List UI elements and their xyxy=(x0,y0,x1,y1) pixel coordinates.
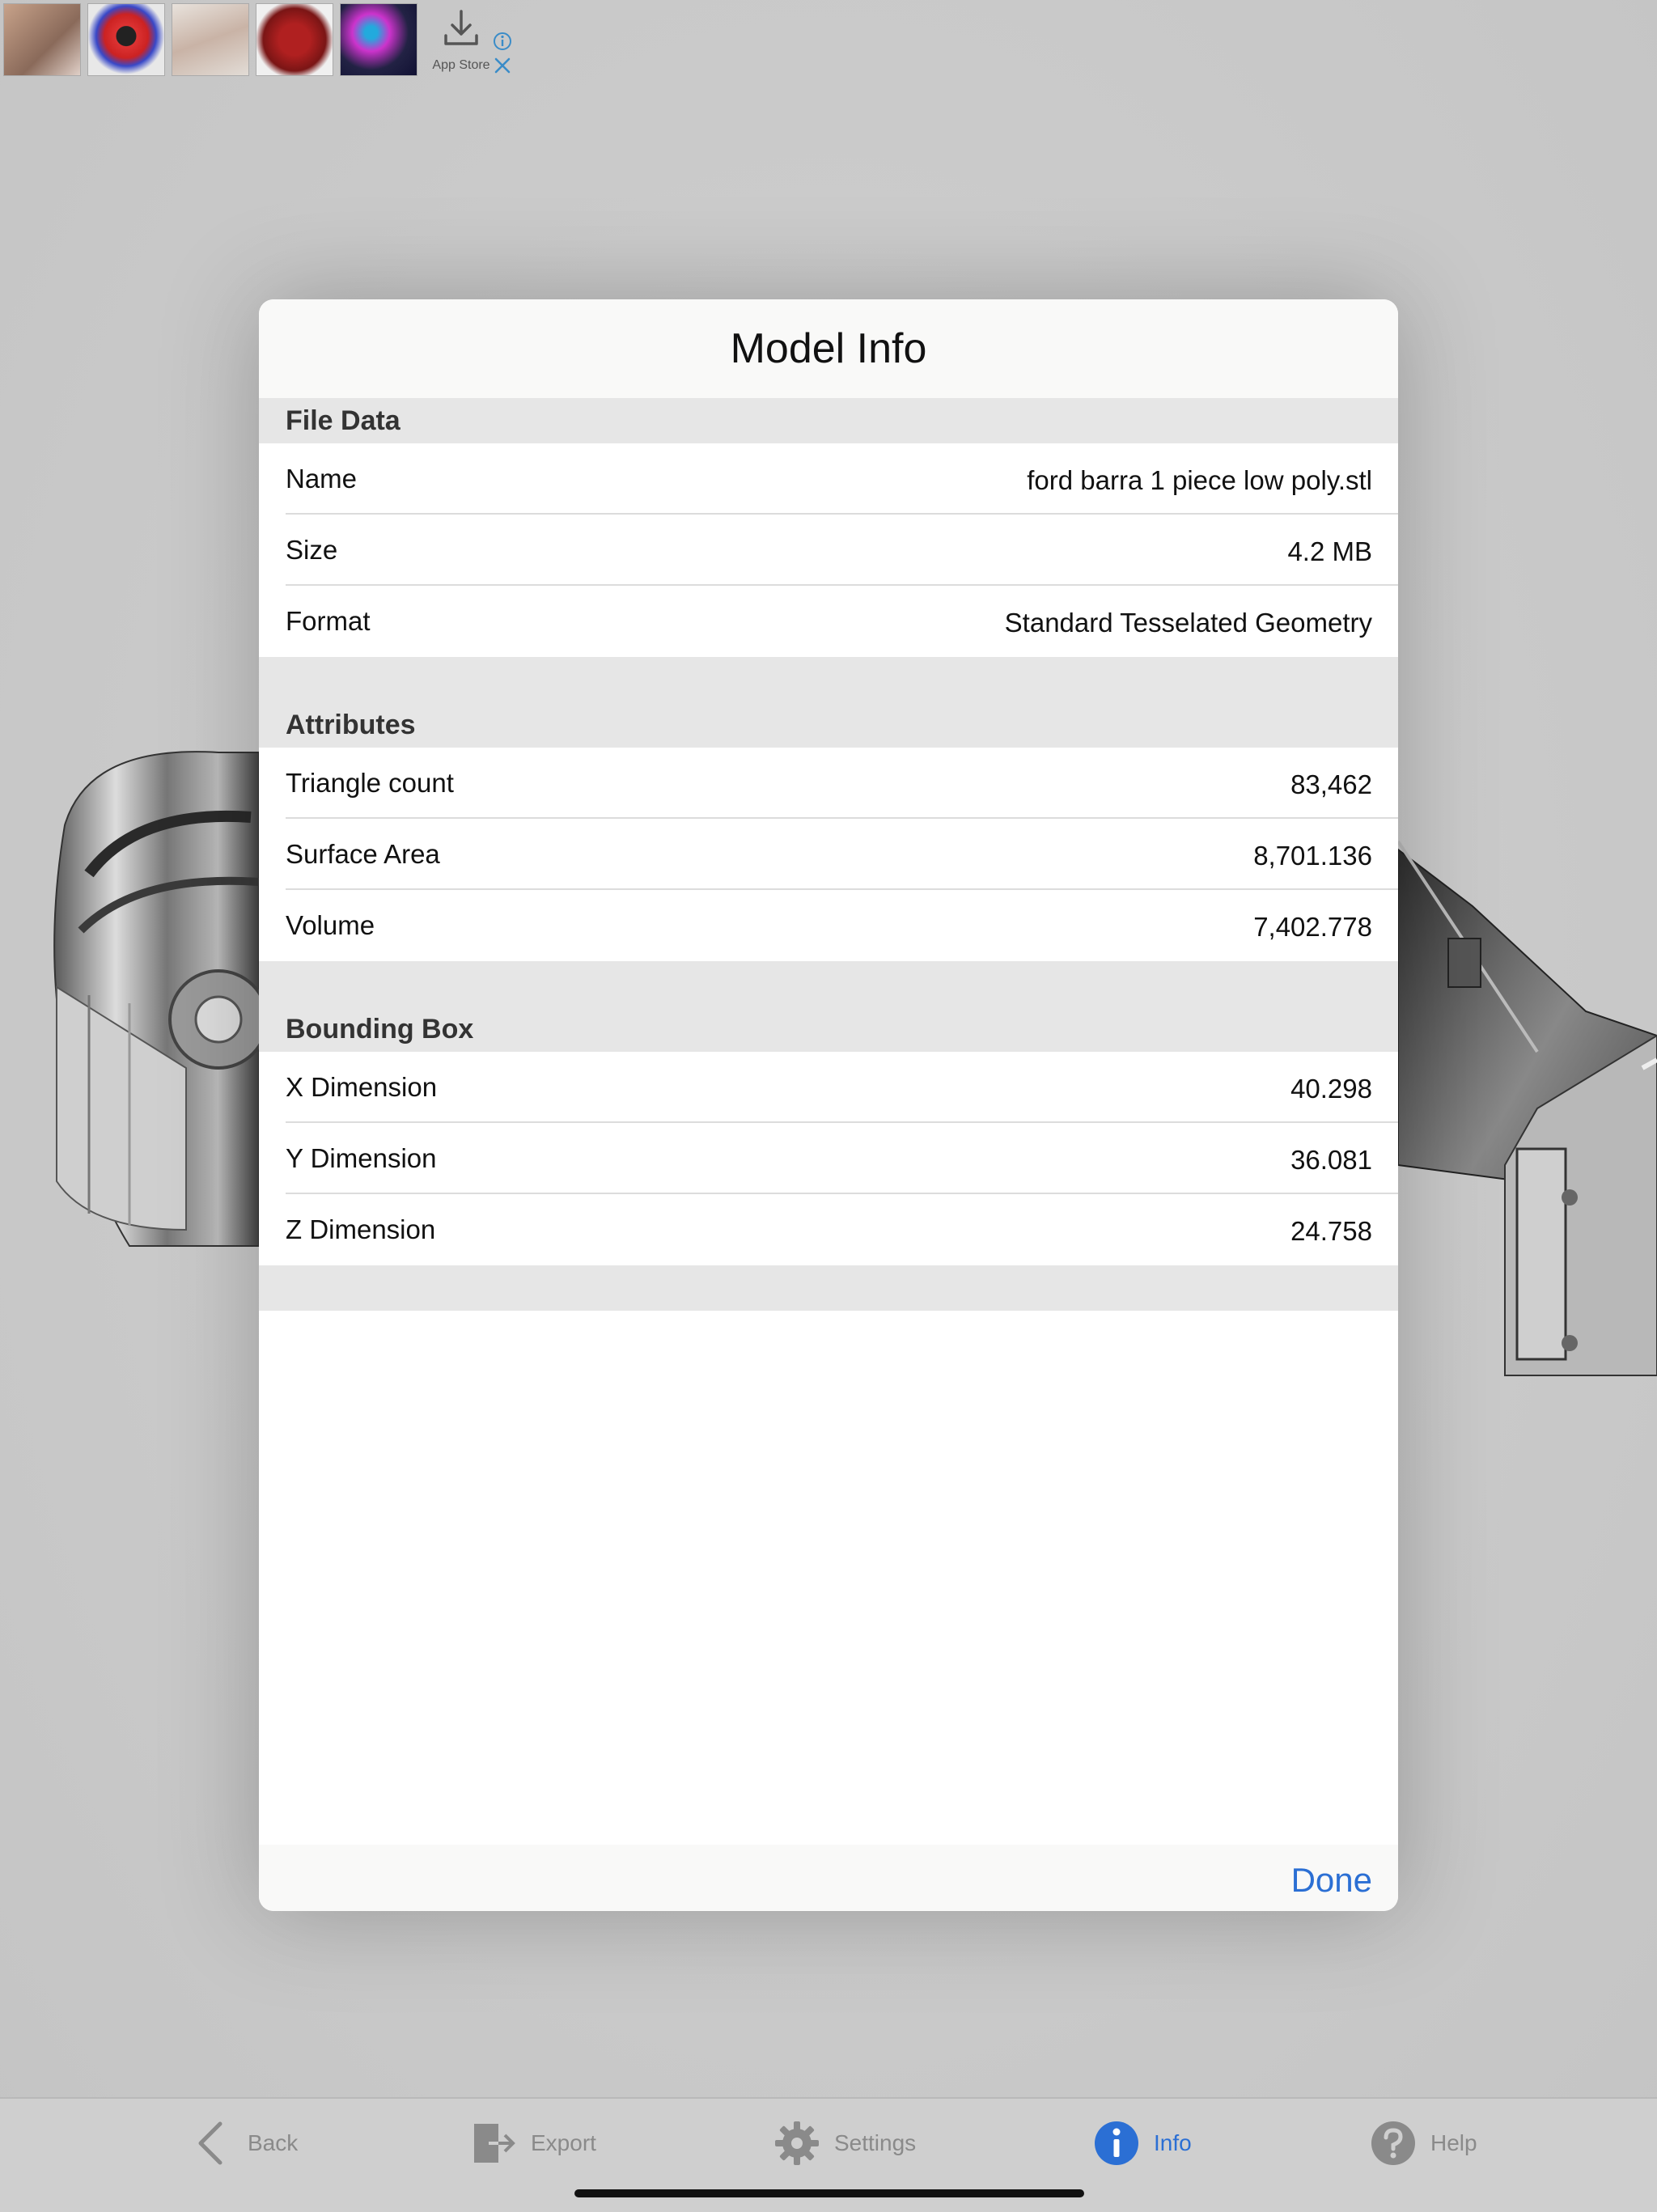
tab-info[interactable]: Info xyxy=(1092,2115,1192,2172)
tab-help[interactable]: Help xyxy=(1369,2115,1477,2172)
row-value: 8,701.136 xyxy=(1253,841,1372,871)
tab-label: Info xyxy=(1154,2130,1192,2155)
ad-thumbnail-4[interactable] xyxy=(256,3,333,76)
section-title: File Data xyxy=(286,405,400,436)
model-info-dialog: Model Info File Data Name ford barra 1 p… xyxy=(259,299,1398,1911)
section-header-file-data: File Data xyxy=(259,398,1398,443)
export-icon xyxy=(469,2119,518,2168)
row-label: Z Dimension xyxy=(286,1214,436,1244)
ad-thumbnail-5[interactable] xyxy=(340,3,417,76)
home-indicator[interactable] xyxy=(574,2189,1084,2197)
model-manifold-right[interactable] xyxy=(1375,809,1657,1392)
info-icon xyxy=(1092,2119,1141,2168)
done-button[interactable]: Done xyxy=(1291,1845,1372,1911)
row-value: Standard Tesselated Geometry xyxy=(1004,608,1372,638)
chevron-left-icon xyxy=(186,2119,235,2168)
row-label: Surface Area xyxy=(286,839,440,869)
question-icon xyxy=(1369,2119,1418,2168)
row-label: X Dimension xyxy=(286,1072,438,1102)
row-value: 83,462 xyxy=(1290,769,1372,799)
row-value: ford barra 1 piece low poly.stl xyxy=(1027,465,1372,495)
section-footer xyxy=(259,1265,1398,1311)
info-row-size: Size 4.2 MB xyxy=(259,515,1398,586)
tab-back[interactable]: Back xyxy=(186,2115,298,2172)
info-row-format: Format Standard Tesselated Geometry xyxy=(259,586,1398,657)
info-row-triangle-count: Triangle count 83,462 xyxy=(259,748,1398,819)
ad-info-icon[interactable] xyxy=(492,31,513,52)
section-title: Bounding Box xyxy=(286,1014,474,1045)
model-turbo-left[interactable] xyxy=(40,728,283,1262)
row-label: Size xyxy=(286,535,338,565)
ad-banner[interactable]: App Store xyxy=(0,0,526,81)
ad-thumbnail-2[interactable] xyxy=(87,3,165,76)
info-row-z-dimension: Z Dimension 24.758 xyxy=(259,1194,1398,1265)
row-label: Format xyxy=(286,606,371,636)
app-store-download[interactable]: App Store xyxy=(421,8,502,77)
info-row-y-dimension: Y Dimension 36.081 xyxy=(259,1123,1398,1194)
ad-thumbnail-1[interactable] xyxy=(3,3,81,76)
row-label: Name xyxy=(286,464,358,494)
info-row-volume: Volume 7,402.778 xyxy=(259,890,1398,961)
info-row-x-dimension: X Dimension 40.298 xyxy=(259,1052,1398,1123)
tab-export[interactable]: Export xyxy=(469,2115,596,2172)
tab-label: Export xyxy=(531,2130,596,2155)
row-value: 36.081 xyxy=(1290,1145,1372,1175)
row-value: 4.2 MB xyxy=(1287,536,1372,566)
app-store-label: App Store xyxy=(432,58,490,72)
row-label: Triangle count xyxy=(286,768,454,798)
row-value: 7,402.778 xyxy=(1253,912,1372,942)
info-row-name: Name ford barra 1 piece low poly.stl xyxy=(259,443,1398,515)
row-value: 24.758 xyxy=(1290,1216,1372,1246)
info-row-surface-area: Surface Area 8,701.136 xyxy=(259,819,1398,890)
dialog-footer: Done xyxy=(259,1845,1398,1911)
gear-icon xyxy=(773,2119,821,2168)
row-label: Y Dimension xyxy=(286,1143,437,1173)
row-value: 40.298 xyxy=(1290,1074,1372,1104)
dialog-title: Model Info xyxy=(259,299,1398,398)
ad-close-icon[interactable] xyxy=(492,55,513,76)
section-title: Attributes xyxy=(286,710,416,740)
section-header-bounding-box: Bounding Box xyxy=(259,961,1398,1052)
tab-label: Help xyxy=(1430,2130,1477,2155)
section-header-attributes: Attributes xyxy=(259,657,1398,748)
tab-label: Back xyxy=(248,2130,299,2155)
row-label: Volume xyxy=(286,910,375,940)
tab-settings[interactable]: Settings xyxy=(773,2115,916,2172)
download-icon xyxy=(444,10,478,45)
ad-thumbnail-3[interactable] xyxy=(172,3,249,76)
tab-label: Settings xyxy=(834,2130,917,2155)
